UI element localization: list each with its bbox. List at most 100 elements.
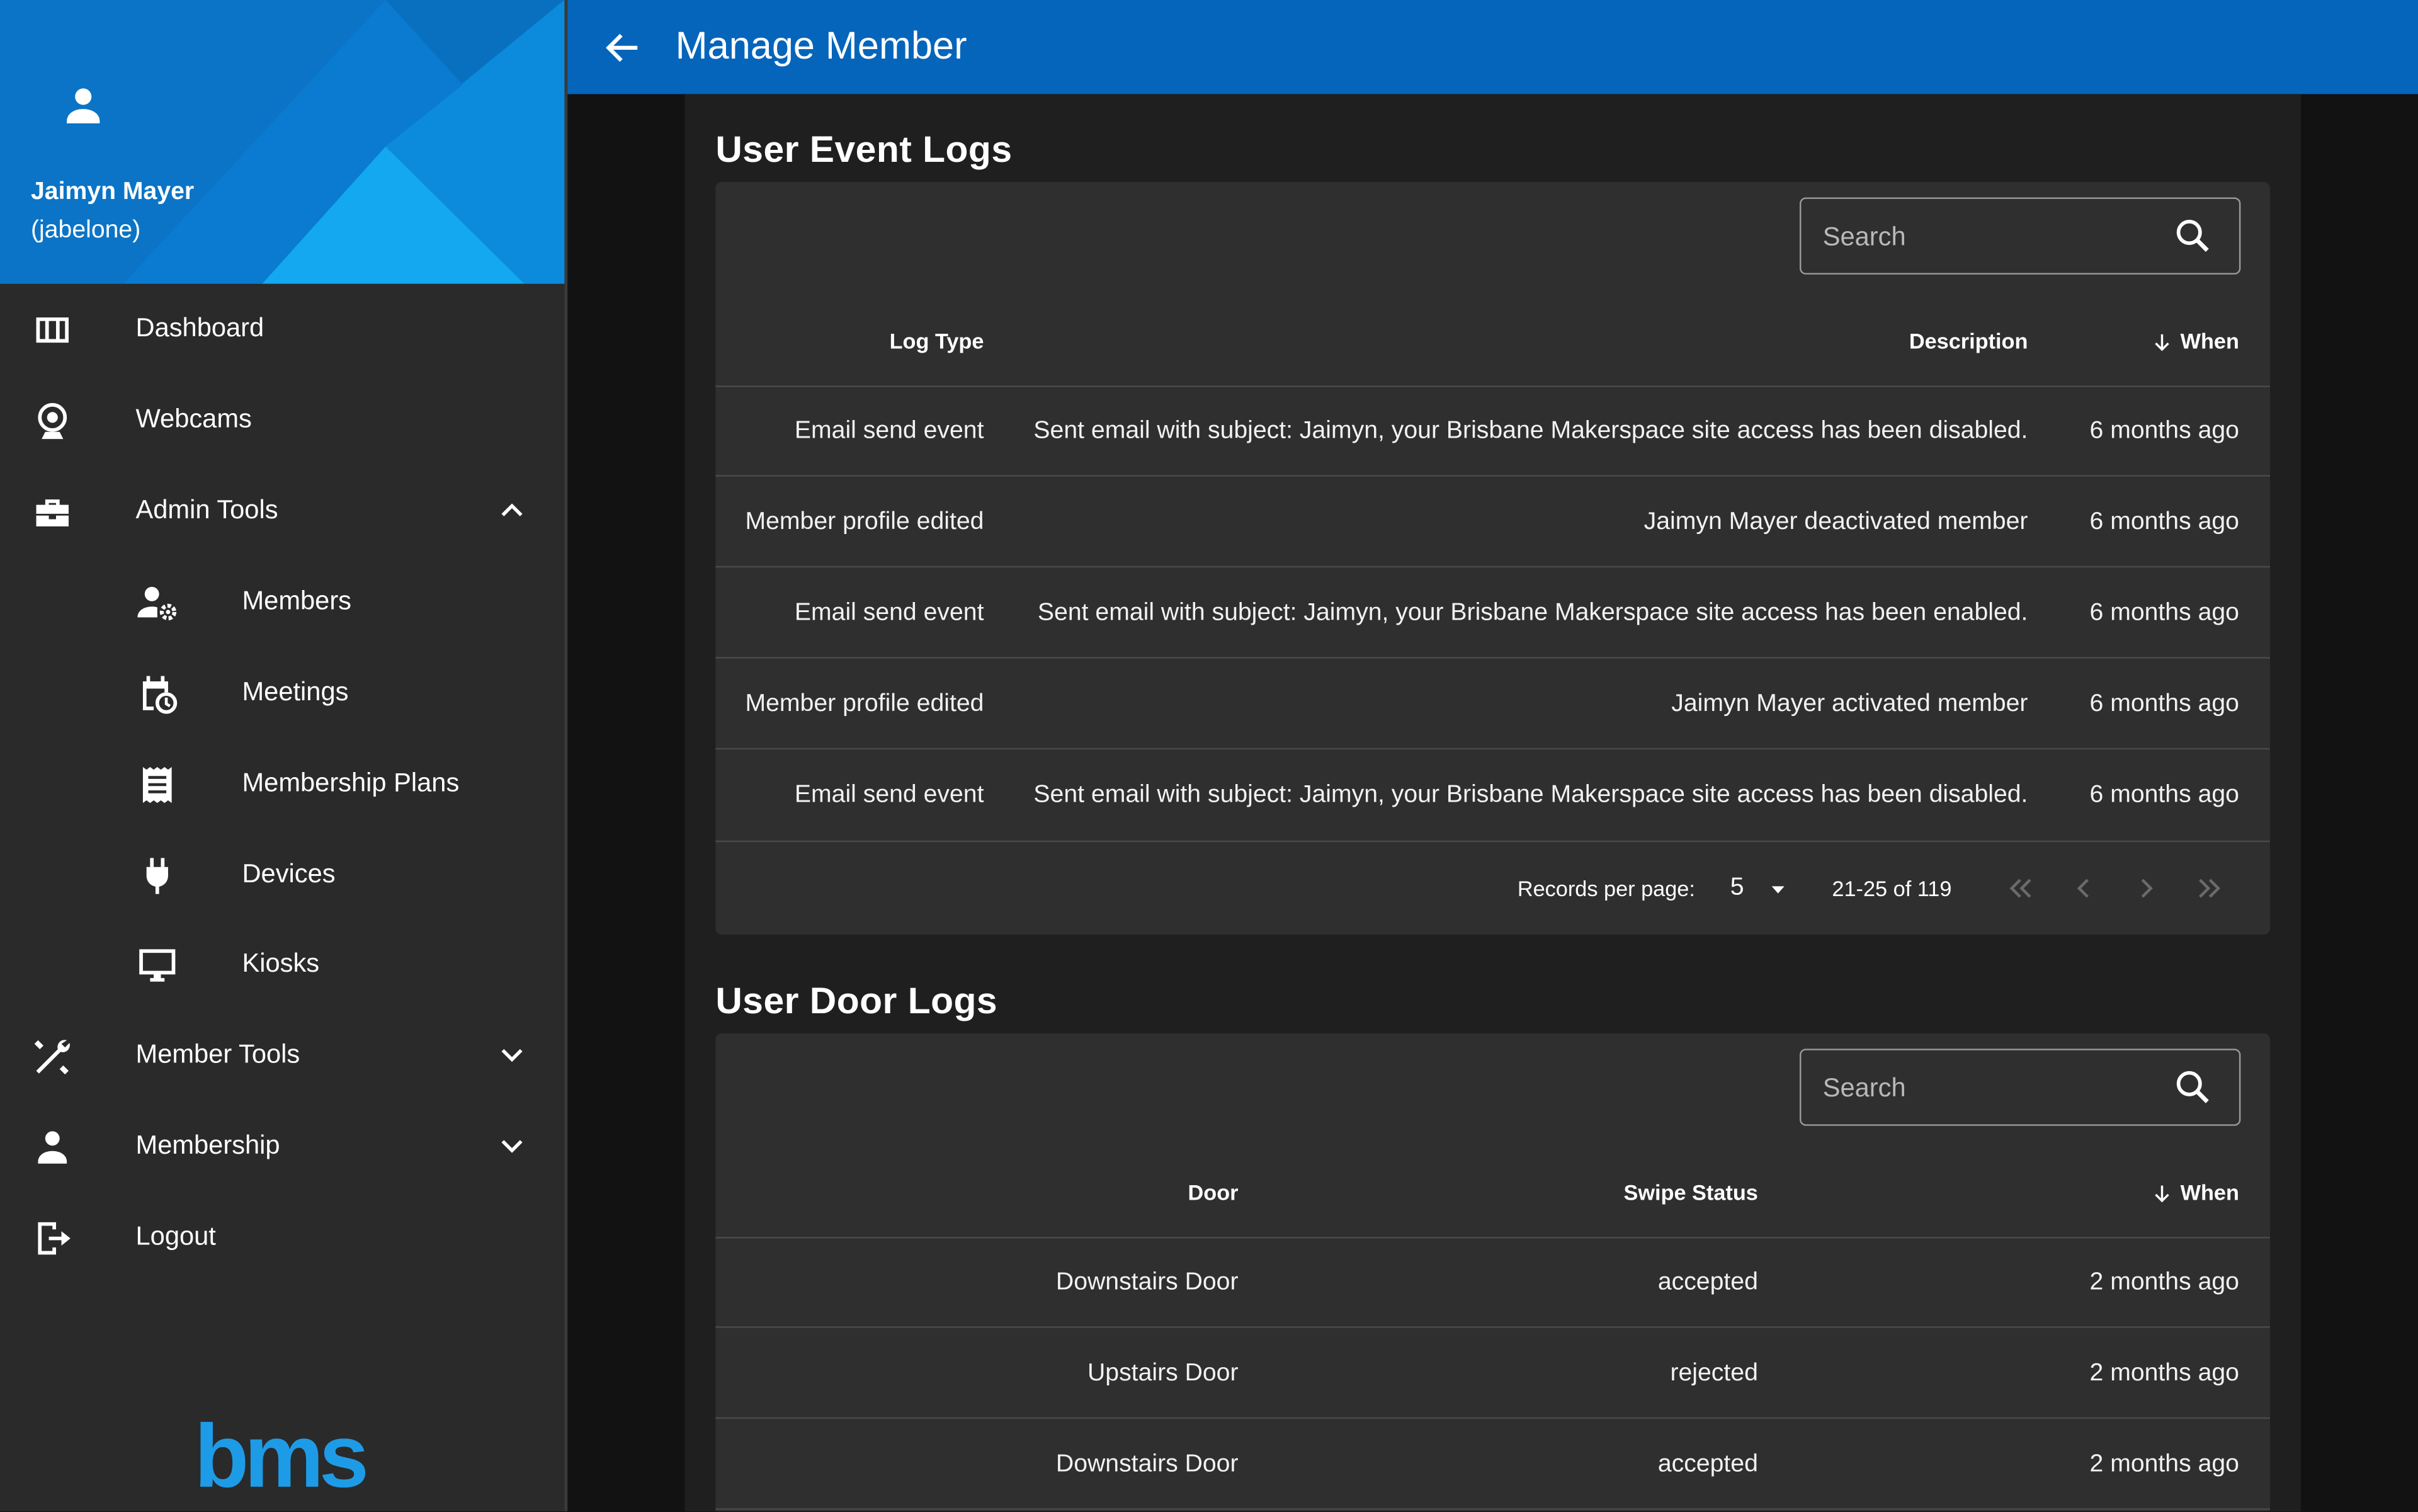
cell-description: Sent email with subject: Jaimyn, your Br…: [1037, 600, 2028, 627]
event-logs-table: Search Log Type Description When Email s…: [715, 181, 2270, 935]
calendar-clock-icon: [142, 676, 178, 714]
cell-when: 2 months ago: [2089, 1360, 2239, 1387]
nav-item-dashboard[interactable]: Dashboard: [0, 284, 564, 373]
cell-door: Upstairs Door: [1087, 1360, 1239, 1387]
search-icon[interactable]: [2171, 214, 2215, 258]
cell-description: Jaimyn Mayer activated member: [1671, 691, 2028, 717]
chevron-down-icon[interactable]: [494, 1127, 531, 1164]
nav-item-membership[interactable]: Membership: [0, 1101, 564, 1191]
next-page-icon[interactable]: [2130, 872, 2164, 906]
nav-item-kiosks[interactable]: Kiosks: [0, 919, 564, 1009]
cell-when: 2 months ago: [2089, 1269, 2239, 1296]
dashboard-icon: [36, 317, 69, 343]
chevron-down-icon[interactable]: [494, 1037, 531, 1074]
door-logs-table: Search Door Swipe Status When Downstairs…: [715, 1033, 2270, 1512]
nav-item-admin-tools[interactable]: Admin Tools: [0, 466, 564, 555]
header-divider: [715, 1237, 2270, 1239]
cell-log-type: Email send event: [794, 418, 984, 445]
cell-log-type: Member profile edited: [745, 509, 984, 535]
nav-label: Member Tools: [135, 1039, 300, 1069]
cell-when: 6 months ago: [2089, 782, 2239, 809]
nav-label: Membership: [135, 1130, 280, 1160]
page-title: Manage Member: [675, 25, 967, 68]
monitor-icon: [139, 949, 176, 982]
power-plug-icon: [146, 858, 168, 894]
sort-arrow-down-icon[interactable]: [2151, 332, 2172, 353]
cell-swipe-status: rejected: [1670, 1360, 1758, 1387]
nav-label: Dashboard: [135, 313, 264, 343]
logout-icon: [38, 1222, 71, 1255]
back-arrow-icon[interactable]: [601, 26, 645, 70]
nav-item-member-tools[interactable]: Member Tools: [0, 1010, 564, 1100]
app-bar: Manage Member: [567, 0, 2418, 94]
cell-description: Sent email with subject: Jaimyn, your Br…: [1033, 418, 2028, 445]
user-avatar-icon: [67, 88, 100, 123]
search-placeholder: Search: [1822, 1073, 1906, 1103]
nav-item-logout[interactable]: Logout: [0, 1192, 564, 1282]
row-divider: [715, 1326, 2270, 1328]
records-per-page-select[interactable]: 5: [1730, 875, 1744, 902]
dropdown-arrow-icon[interactable]: [1768, 879, 1789, 901]
nav-item-webcams[interactable]: Webcams: [0, 375, 564, 464]
tools-icon: [34, 1040, 70, 1075]
nav-item-members[interactable]: Members: [0, 557, 564, 646]
svg-text:bms: bms: [195, 1409, 366, 1502]
column-header-swipe-status[interactable]: Swipe Status: [1623, 1179, 1757, 1204]
member-settings-icon: [137, 586, 177, 620]
column-header-door[interactable]: Door: [1188, 1179, 1239, 1204]
nav-item-devices[interactable]: Devices: [0, 830, 564, 919]
cell-door: Downstairs Door: [1055, 1451, 1239, 1478]
last-page-icon[interactable]: [2193, 872, 2227, 906]
row-divider: [715, 747, 2270, 750]
nav-label: Logout: [135, 1221, 216, 1251]
door-logs-title: User Door Logs: [715, 981, 998, 1023]
cell-log-type: Member profile edited: [745, 691, 984, 717]
sort-arrow-down-icon[interactable]: [2151, 1183, 2172, 1204]
cell-log-type: Email send event: [794, 600, 984, 627]
pagination-range: 21-25 of 119: [1832, 876, 1952, 901]
door-logs-search-input[interactable]: Search: [1799, 1049, 2241, 1126]
cell-description: Jaimyn Mayer deactivated member: [1643, 509, 2028, 535]
first-page-icon[interactable]: [2003, 872, 2037, 906]
row-divider: [715, 840, 2270, 843]
cell-when: 2 months ago: [2089, 1451, 2239, 1478]
column-header-log-type[interactable]: Log Type: [890, 329, 984, 353]
cell-swipe-status: accepted: [1657, 1451, 1758, 1478]
nav-label: Webcams: [135, 404, 252, 434]
records-per-page-label: Records per page:: [1517, 876, 1695, 901]
search-icon[interactable]: [2171, 1066, 2215, 1109]
row-divider: [715, 657, 2270, 659]
nav-item-meetings[interactable]: Meetings: [0, 648, 564, 737]
drawer-header: Jaimyn Mayer (jabelone): [0, 0, 565, 284]
column-header-when[interactable]: When: [2181, 1179, 2239, 1204]
cell-when: 6 months ago: [2089, 691, 2239, 717]
cell-door: Downstairs Door: [1055, 1269, 1239, 1296]
cell-log-type: Email send event: [794, 782, 984, 809]
cell-when: 6 months ago: [2089, 418, 2239, 445]
chevron-up-icon[interactable]: [494, 492, 531, 529]
column-header-description[interactable]: Description: [1909, 329, 2028, 353]
drawer-user-handle: (jabelone): [30, 217, 141, 244]
nav-label: Membership Plans: [242, 768, 460, 798]
nav-label: Kiosks: [242, 948, 320, 978]
row-divider: [715, 475, 2270, 477]
person-icon: [38, 1131, 67, 1164]
previous-page-icon[interactable]: [2067, 872, 2101, 906]
cell-swipe-status: accepted: [1657, 1269, 1758, 1296]
bms-logo: bms: [195, 1409, 371, 1502]
nav-label: Members: [242, 586, 352, 616]
row-divider: [715, 1417, 2270, 1419]
header-divider: [715, 385, 2270, 387]
cell-when: 6 months ago: [2089, 600, 2239, 627]
search-placeholder: Search: [1822, 222, 1906, 252]
column-header-when[interactable]: When: [2181, 329, 2239, 353]
row-divider: [715, 566, 2270, 568]
drawer-user-name: Jaimyn Mayer: [30, 179, 195, 205]
row-divider: [715, 1508, 2270, 1510]
cell-when: 6 months ago: [2089, 509, 2239, 535]
nav-label: Meetings: [242, 677, 349, 707]
cell-description: Sent email with subject: Jaimyn, your Br…: [1033, 782, 2028, 809]
nav-item-membership-plans[interactable]: Membership Plans: [0, 739, 564, 828]
webcam-icon: [38, 403, 67, 440]
event-logs-search-input[interactable]: Search: [1799, 197, 2241, 275]
